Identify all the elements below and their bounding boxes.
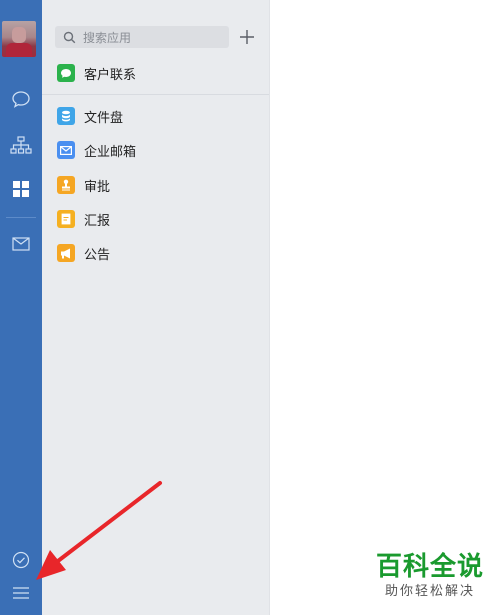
app-item-customer-contact[interactable]: 客户联系 (57, 62, 257, 84)
main-content-area (269, 0, 500, 615)
search-input[interactable]: 搜索应用 (55, 26, 229, 48)
app-label: 公告 (84, 247, 111, 263)
apps-grid-icon[interactable] (0, 177, 42, 201)
envelope-icon (57, 141, 75, 159)
app-label: 文件盘 (84, 110, 124, 126)
app-item-announcement[interactable]: 公告 (57, 242, 257, 264)
section-divider (42, 94, 269, 95)
stamp-icon (57, 176, 75, 194)
app-item-enterprise-mail[interactable]: 企业邮箱 (57, 139, 257, 161)
megaphone-icon (57, 244, 75, 262)
app-label: 审批 (84, 179, 111, 195)
app-item-report[interactable]: 汇报 (57, 208, 257, 230)
org-chart-icon[interactable] (0, 133, 42, 157)
add-app-button[interactable] (236, 26, 258, 48)
mail-icon[interactable] (0, 232, 42, 256)
avatar[interactable] (2, 21, 36, 57)
app-label: 汇报 (84, 213, 111, 229)
search-placeholder: 搜索应用 (83, 30, 132, 45)
app-list-panel: 搜索应用 客户联系 文件盘 企业邮箱 审批 汇报 公告 (42, 0, 269, 615)
menu-icon[interactable] (0, 581, 42, 605)
app-label: 客户联系 (84, 67, 137, 83)
watermark-title: 百科全说 (375, 552, 484, 582)
app-item-file-drive[interactable]: 文件盘 (57, 105, 257, 127)
chat-icon[interactable] (0, 87, 42, 111)
rail-divider (6, 217, 36, 218)
watermark-logo: 百科全说 助你轻松解决 (370, 551, 490, 607)
document-icon (57, 210, 75, 228)
search-icon (63, 30, 77, 44)
plus-icon (240, 30, 254, 44)
left-nav-rail (0, 0, 42, 615)
watermark-subtitle: 助你轻松解决 (384, 584, 475, 599)
chat-bubble-icon (57, 64, 75, 82)
database-icon (57, 107, 75, 125)
check-circle-icon[interactable] (0, 548, 42, 572)
app-item-approval[interactable]: 审批 (57, 174, 257, 196)
app-label: 企业邮箱 (84, 144, 137, 160)
